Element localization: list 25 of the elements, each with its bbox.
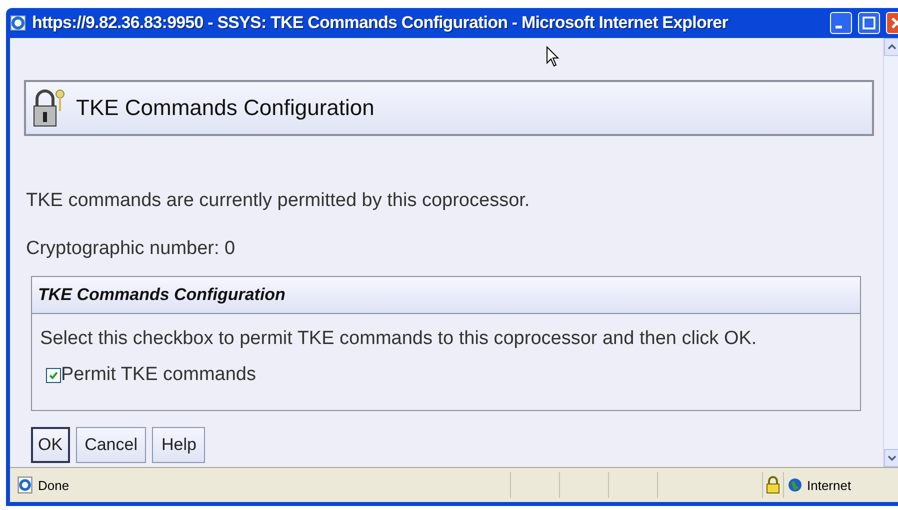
zone-label: Internet <box>807 478 852 492</box>
checkbox-label[interactable]: Permit TKE commands <box>61 364 256 386</box>
help-button[interactable]: Help <box>152 427 206 463</box>
status-text: Done <box>38 478 70 492</box>
ok-button[interactable]: OK <box>31 427 70 463</box>
padlock-key-icon <box>32 88 66 128</box>
scroll-down-icon[interactable] <box>884 449 898 467</box>
mouse-pointer-icon <box>546 46 560 68</box>
scrollbar[interactable] <box>883 38 898 467</box>
maximize-icon[interactable] <box>858 12 880 34</box>
page-icon <box>16 476 34 494</box>
browser-icon <box>10 15 26 31</box>
instruction-text: Select this checkbox to permit TKE commands to this coprocessor and then click OK. <box>40 328 758 350</box>
section-title: TKE Commands Configuration <box>32 277 860 314</box>
window-title: https://9.82.36.83:9950 - SSYS: TKE Commands Configuration - Microsoft Internet Explorer <box>32 13 730 33</box>
status-message: Cryptographic number: 0 <box>26 238 236 260</box>
status-message: TKE commands are currently permitted by this coprocessor. <box>26 190 531 212</box>
scroll-up-icon[interactable] <box>884 38 898 56</box>
cancel-button[interactable]: Cancel <box>76 427 146 463</box>
padlock-icon <box>766 476 780 494</box>
header-title: TKE Commands Configuration <box>76 95 374 121</box>
checkbox[interactable] <box>46 368 61 382</box>
checkmark-icon <box>48 370 59 380</box>
globe-icon <box>788 478 802 492</box>
minimize-icon[interactable] <box>830 12 852 34</box>
